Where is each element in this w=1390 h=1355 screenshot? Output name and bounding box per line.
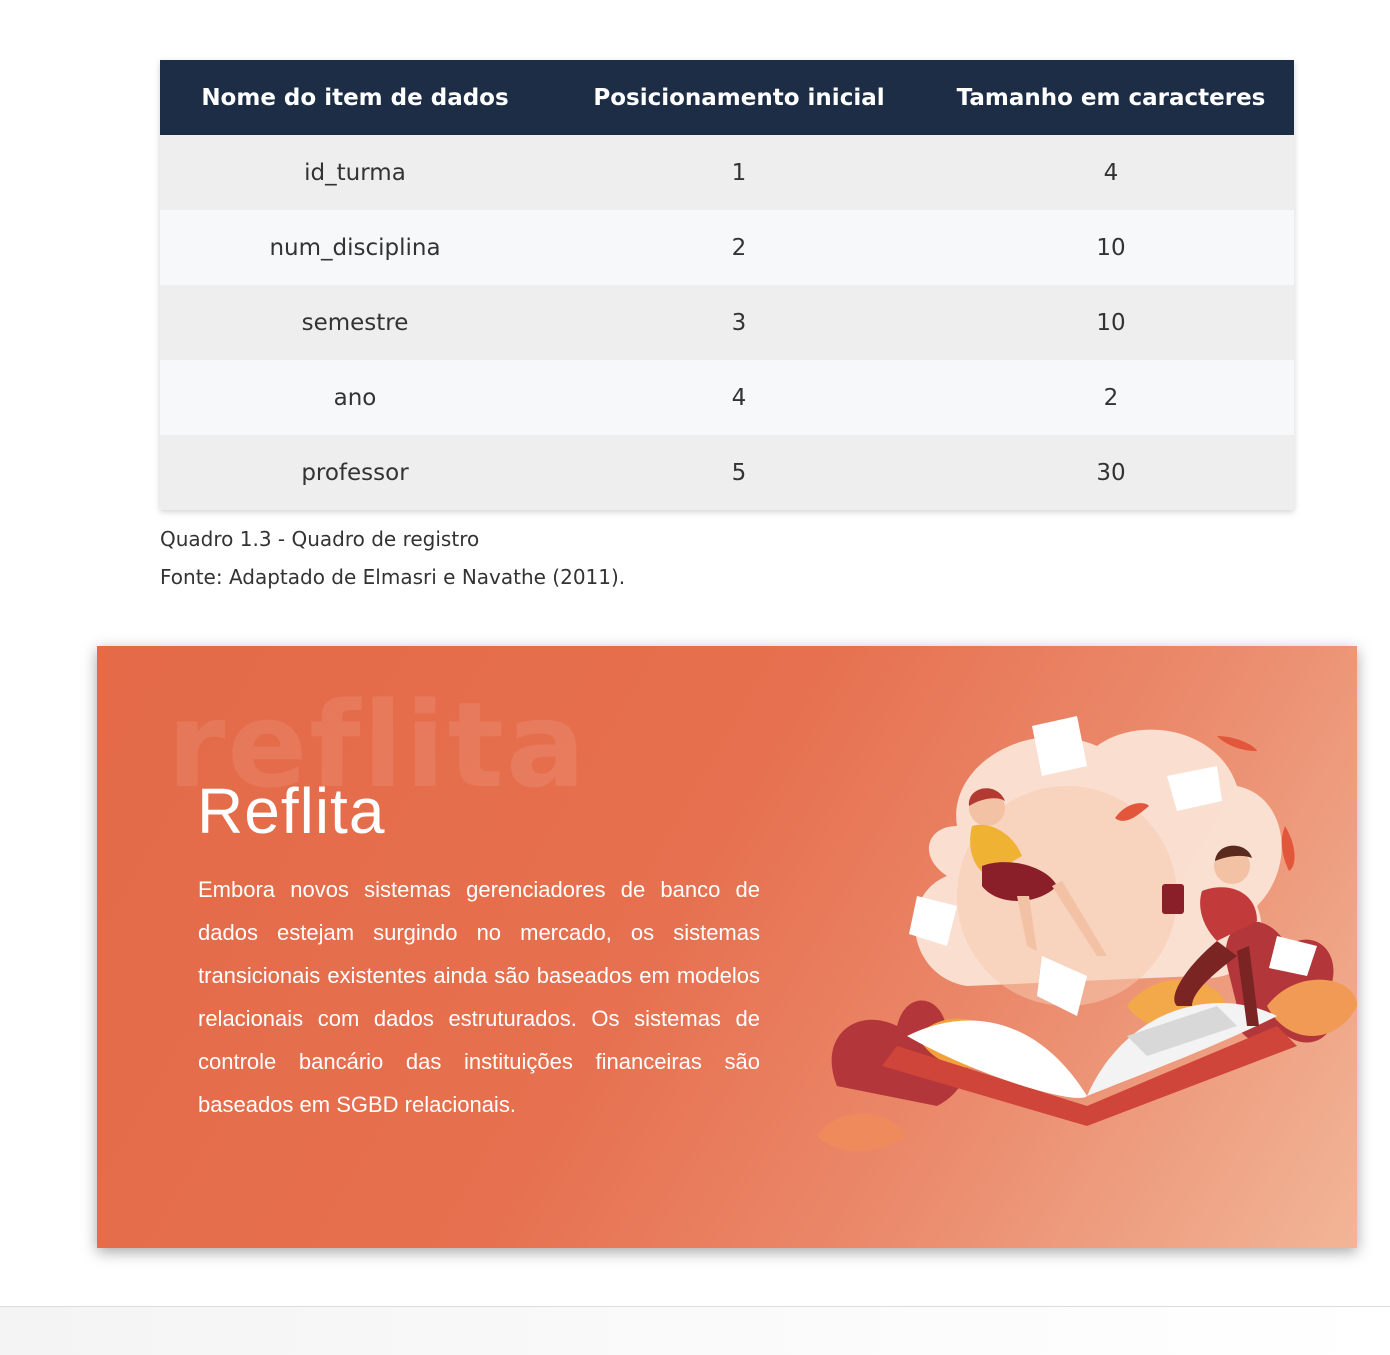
table-row: id_turma 1 4: [160, 135, 1294, 210]
cell-start-position: 5: [731, 459, 747, 486]
cell-item-name: semestre: [301, 309, 409, 336]
table-row: ano 4 2: [160, 360, 1294, 435]
reflita-body-text: Embora novos sistemas gerenciadores de b…: [198, 877, 760, 1117]
table-row: semestre 3 10: [160, 285, 1294, 360]
header-size: Tamanho em caracteres: [956, 84, 1266, 111]
table-caption: Quadro 1.3 - Quadro de registro Fonte: A…: [160, 520, 625, 596]
record-table: Nome do item de dados Posicionamento ini…: [160, 60, 1294, 510]
reading-book-illustration: [817, 716, 1357, 1151]
cell-item-name: professor: [301, 459, 409, 486]
cell-start-position: 1: [731, 159, 747, 186]
header-item-name: Nome do item de dados: [201, 84, 509, 111]
caption-source: Fonte: Adaptado de Elmasri e Navathe (20…: [160, 565, 626, 589]
cell-size: 10: [1096, 309, 1126, 336]
caption-title: Quadro 1.3 - Quadro de registro: [160, 527, 480, 551]
cell-size: 2: [1103, 384, 1119, 411]
reflita-box: reflita Reflita Embora novos sistemas ge…: [97, 646, 1357, 1248]
cell-item-name: ano: [333, 384, 377, 411]
reflita-title: Reflita: [197, 775, 386, 847]
cell-size: 30: [1096, 459, 1126, 486]
cell-item-name: num_disciplina: [269, 234, 441, 261]
table-header-row: Nome do item de dados Posicionamento ini…: [160, 60, 1294, 135]
table-row: num_disciplina 2 10: [160, 210, 1294, 285]
cell-start-position: 4: [731, 384, 747, 411]
data-table: Nome do item de dados Posicionamento ini…: [160, 60, 1294, 510]
cell-item-name: id_turma: [304, 159, 406, 186]
table-row: professor 5 30: [160, 435, 1294, 510]
page-footer-bar: [0, 1306, 1390, 1355]
cell-size: 4: [1103, 159, 1119, 186]
header-start-position: Posicionamento inicial: [593, 84, 885, 111]
cell-start-position: 2: [731, 234, 747, 261]
cell-size: 10: [1096, 234, 1126, 261]
cell-start-position: 3: [731, 309, 747, 336]
